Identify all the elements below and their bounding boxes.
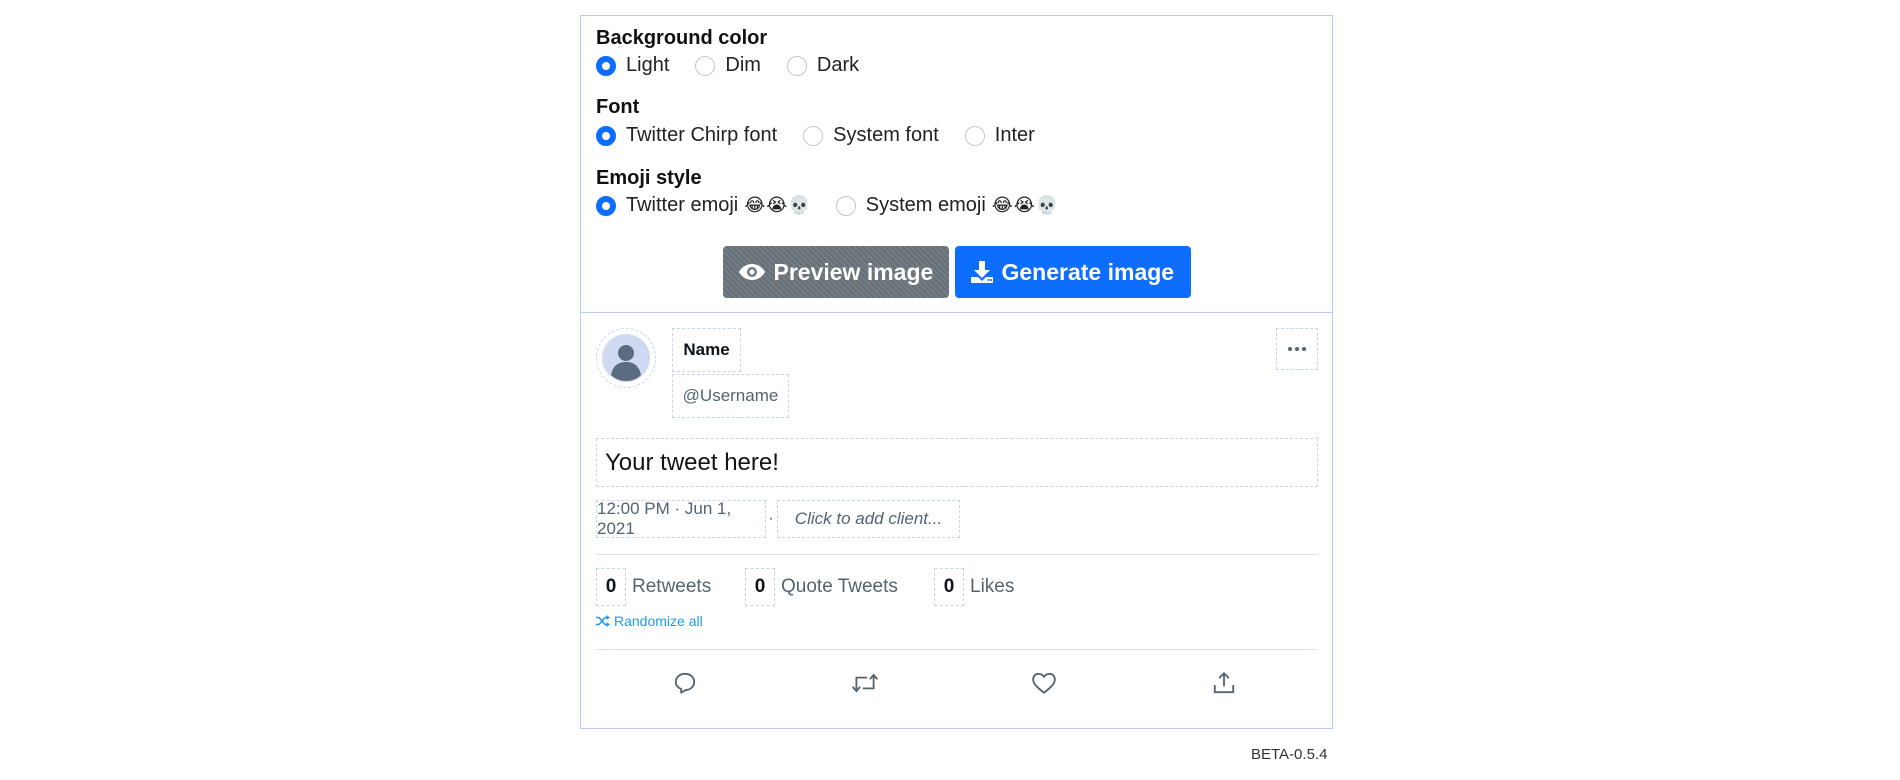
tweet-generator-panel: Background color Light Dim Dark Font Twi… [580, 15, 1333, 729]
share-icon [1213, 671, 1235, 694]
emoji-option-twitter-label: Twitter emoji [626, 194, 739, 216]
twitter-emoji-sample: 😂😭💀 [744, 195, 812, 216]
retweets-stat: 0 Retweets [596, 568, 711, 606]
eye-icon [738, 264, 765, 280]
emoji-option-system-label: System emoji [865, 194, 986, 216]
generate-image-button[interactable]: Generate image [954, 246, 1191, 298]
radio-unchecked-icon[interactable] [695, 55, 716, 76]
more-horizontal-icon [1288, 347, 1306, 351]
display-name-field[interactable]: Name [672, 328, 741, 372]
font-option-chirp-label: Twitter Chirp font [626, 124, 778, 146]
likes-stat: 0 Likes [934, 568, 1014, 606]
radio-checked-icon[interactable] [596, 125, 616, 146]
bg-option-dim[interactable]: Dim [695, 54, 761, 77]
font-option-system[interactable]: System font [803, 124, 939, 147]
reply-icon [674, 672, 696, 694]
like-button[interactable] [1029, 668, 1059, 698]
font-option-inter-label: Inter [994, 124, 1035, 146]
likes-label: Likes [970, 576, 1015, 597]
emoji-option-twitter[interactable]: Twitter emoji 😂😭💀 [596, 194, 812, 217]
emoji-style-options: Twitter emoji 😂😭💀 System emoji 😂😭💀 [596, 194, 1085, 217]
generate-image-label: Generate image [1001, 258, 1175, 285]
likes-count-field[interactable]: 0 [934, 568, 964, 606]
action-buttons: Preview image Generate image [581, 246, 1332, 298]
settings-panel: Background color Light Dim Dark Font Twi… [581, 16, 1332, 313]
font-title: Font [596, 96, 640, 118]
bg-option-dim-label: Dim [725, 54, 761, 76]
radio-unchecked-icon[interactable] [786, 55, 807, 76]
tweet-client-field[interactable]: Click to add client... [777, 500, 960, 538]
background-color-title: Background color [596, 27, 768, 49]
system-emoji-sample: 😂😭💀 [991, 195, 1060, 216]
font-options: Twitter Chirp font System font Inter [596, 124, 1061, 147]
retweets-label: Retweets [632, 576, 712, 597]
quote-tweets-stat: 0 Quote Tweets [745, 568, 898, 606]
avatar[interactable] [596, 328, 656, 388]
retweet-button[interactable] [850, 668, 880, 698]
version-label: BETA-0.5.4 [1251, 746, 1328, 763]
more-options-button[interactable] [1276, 328, 1318, 370]
radio-unchecked-icon[interactable] [964, 125, 985, 146]
radio-unchecked-icon[interactable] [835, 195, 856, 216]
bg-option-dark[interactable]: Dark [786, 54, 860, 77]
bg-option-light-label: Light [626, 54, 670, 76]
divider [596, 649, 1318, 650]
shuffle-icon [596, 615, 610, 627]
radio-checked-icon[interactable] [596, 55, 616, 76]
quotes-count-field[interactable]: 0 [745, 568, 775, 606]
tweet-text-field[interactable]: Your tweet here! [596, 438, 1318, 487]
bg-option-dark-label: Dark [816, 54, 860, 76]
divider [596, 554, 1318, 555]
radio-unchecked-icon[interactable] [803, 125, 824, 146]
tweet-preview: Name @Username Your tweet here! 12:00 PM… [581, 313, 1332, 729]
retweet-icon [851, 673, 879, 693]
radio-checked-icon[interactable] [596, 195, 616, 216]
username-field[interactable]: @Username [672, 374, 789, 418]
emoji-style-title: Emoji style [596, 167, 702, 189]
font-option-inter[interactable]: Inter [964, 124, 1035, 147]
bg-option-light[interactable]: Light [596, 54, 669, 77]
preview-image-label: Preview image [773, 258, 934, 285]
share-button[interactable] [1209, 668, 1239, 698]
randomize-all-link[interactable]: Randomize all [596, 613, 703, 629]
reply-button[interactable] [670, 668, 700, 698]
download-icon [970, 261, 993, 283]
background-color-options: Light Dim Dark [596, 54, 885, 77]
preview-image-button[interactable]: Preview image [722, 246, 949, 298]
default-avatar-icon [602, 334, 650, 382]
quotes-label: Quote Tweets [781, 576, 898, 597]
font-option-system-label: System font [833, 124, 939, 146]
time-client-separator: · [768, 508, 774, 527]
tweet-time-field[interactable]: 12:00 PM · Jun 1, 2021 [596, 499, 766, 538]
heart-icon [1032, 672, 1056, 694]
font-option-chirp[interactable]: Twitter Chirp font [596, 124, 777, 147]
retweets-count-field[interactable]: 0 [596, 568, 626, 606]
randomize-all-label: Randomize all [614, 613, 703, 629]
emoji-option-system[interactable]: System emoji 😂😭💀 [835, 194, 1060, 217]
